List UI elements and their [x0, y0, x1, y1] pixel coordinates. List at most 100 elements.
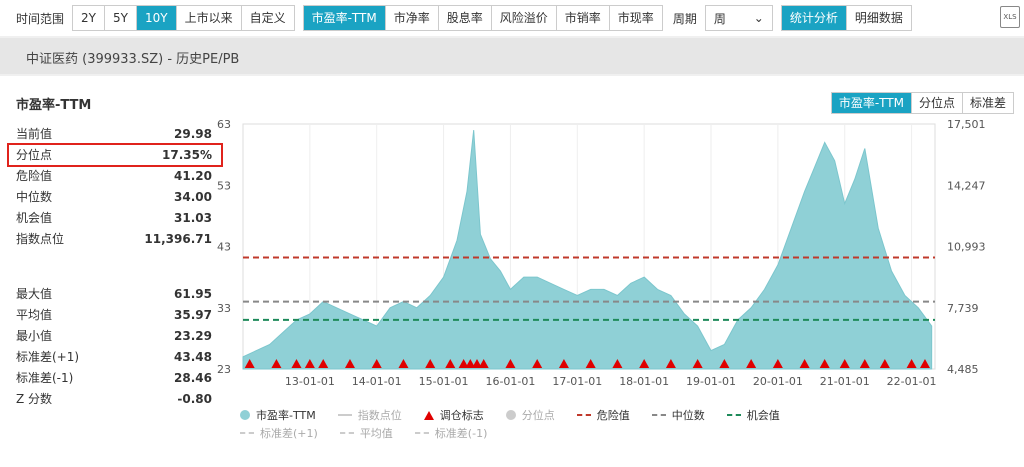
stat-label: 当前值 — [16, 127, 53, 141]
legend-item[interactable]: 机会值 — [726, 407, 780, 423]
stat-top-row-3: 中位数 34.00 — [16, 187, 212, 208]
chart-tab-button-1[interactable]: 分位点 — [911, 93, 963, 113]
stat-value: 61.95 — [174, 287, 212, 301]
y-right-tick-label: 14,247 — [947, 179, 986, 192]
x-tick-label: 18-01-01 — [619, 375, 669, 388]
legend-label: 调仓标志 — [439, 409, 484, 422]
view-button-1[interactable]: 明细数据 — [846, 6, 911, 30]
legend-label: 标准差(+1) — [260, 427, 318, 440]
y-left-tick-label: 33 — [217, 302, 231, 315]
legend-label: 平均值 — [359, 427, 393, 440]
metric-button-2[interactable]: 股息率 — [438, 6, 492, 30]
legend-item[interactable]: 中位数 — [651, 407, 705, 423]
legend-item[interactable]: 调仓标志 — [423, 407, 484, 423]
panel-title: 市盈率-TTM — [16, 98, 92, 113]
legend-swatch-icon — [240, 410, 250, 420]
legend-label: 指数点位 — [357, 409, 402, 422]
stat-label: Z 分数 — [16, 392, 53, 406]
legend-swatch-icon — [651, 414, 666, 416]
stat-label: 中位数 — [16, 190, 53, 204]
legend-label: 中位数 — [671, 409, 705, 422]
range-button-4[interactable]: 自定义 — [241, 6, 294, 30]
legend-item[interactable]: 市盈率-TTM — [240, 407, 316, 423]
metric-button-1[interactable]: 市净率 — [385, 6, 439, 30]
legend-label: 危险值 — [596, 409, 630, 422]
stat-value: 41.20 — [174, 169, 212, 183]
legend-label: 分位点 — [521, 409, 555, 422]
stat-label: 最大值 — [16, 287, 53, 301]
legend-item[interactable]: 平均值 — [339, 425, 393, 441]
stat-label: 指数点位 — [16, 232, 65, 246]
stat-bottom-row-1: 平均值 35.97 — [16, 305, 212, 326]
y-right-tick-label: 10,993 — [947, 241, 986, 254]
range-button-2[interactable]: 10Y — [136, 6, 177, 30]
stat-label: 最小值 — [16, 329, 53, 343]
legend-row-1: 市盈率-TTM 指数点位 调仓标志 分位点 危险值 中位数 机会值 — [240, 406, 980, 424]
range-button-0[interactable]: 2Y — [73, 6, 105, 30]
x-tick-label: 15-01-01 — [419, 375, 469, 388]
legend-swatch-icon — [337, 414, 352, 416]
legend-item[interactable]: 危险值 — [576, 407, 630, 423]
page-title: 中证医药 (399933.SZ) - 历史PE/PB — [26, 52, 240, 67]
stat-value: 28.46 — [174, 371, 212, 385]
stat-label: 平均值 — [16, 308, 53, 322]
metric-button-5[interactable]: 市现率 — [609, 6, 662, 30]
stat-top-row-4: 机会值 31.03 — [16, 208, 212, 229]
chart-tab-button-2[interactable]: 标准差 — [962, 93, 1013, 113]
x-tick-label: 20-01-01 — [753, 375, 803, 388]
range-button-3[interactable]: 上市以来 — [176, 6, 242, 30]
stat-value: 11,396.71 — [144, 232, 212, 246]
stat-label: 危险值 — [16, 169, 53, 183]
x-tick-label: 17-01-01 — [552, 375, 602, 388]
stat-label: 标准差(-1) — [16, 371, 74, 385]
legend-label: 标准差(-1) — [434, 427, 488, 440]
stat-bottom-row-4: 标准差(-1) 28.46 — [16, 368, 212, 389]
view-button-0[interactable]: 统计分析 — [781, 6, 847, 30]
legend-swatch-icon — [414, 432, 429, 434]
x-tick-label: 13-01-01 — [285, 375, 335, 388]
x-tick-label: 14-01-01 — [352, 375, 402, 388]
metric-button-0[interactable]: 市盈率-TTM — [303, 6, 386, 30]
y-left-tick-label: 63 — [217, 118, 231, 131]
metric-button-4[interactable]: 市销率 — [556, 6, 610, 30]
stat-bottom-row-0: 最大值 61.95 — [16, 284, 212, 305]
legend-label: 机会值 — [746, 409, 780, 422]
stat-bottom-row-3: 标准差(+1) 43.48 — [16, 347, 212, 368]
y-right-tick-label: 4,485 — [947, 363, 979, 376]
stat-top-row-0: 当前值 29.98 — [16, 124, 212, 145]
legend-swatch-icon — [576, 414, 591, 416]
stat-value: 29.98 — [174, 127, 212, 141]
stat-value: 35.97 — [174, 308, 212, 322]
toolbar: 时间范围 2Y 5Y 10Y 上市以来 自定义 市盈率-TTM 市净率 股息率 风险溢价 市销率… — [0, 0, 1024, 36]
time-range-group: 2Y 5Y 10Y 上市以来 自定义 — [72, 5, 295, 31]
legend-swatch-icon — [726, 414, 741, 416]
time-range-label: 时间范围 — [16, 11, 65, 26]
legend-item[interactable]: 分位点 — [505, 407, 555, 423]
x-tick-label: 16-01-01 — [485, 375, 535, 388]
y-left-tick-label: 43 — [217, 241, 231, 254]
legend-item[interactable]: 标准差(-1) — [414, 425, 488, 441]
stat-label: 机会值 — [16, 211, 53, 225]
main-panel: 13-01-01 14-01-01 15-01-01 16-01-01 17-01-01… — [0, 76, 1024, 467]
legend: 市盈率-TTM 指数点位 调仓标志 分位点 危险值 中位数 机会值 标准差(+1) 平均值 标准… — [240, 406, 980, 442]
excel-export-icon[interactable]: XLS — [1000, 6, 1020, 28]
legend-row-2: 标准差(+1) 平均值 标准差(-1) — [240, 424, 980, 442]
legend-item[interactable]: 指数点位 — [337, 407, 402, 423]
legend-swatch-icon — [339, 432, 354, 434]
y-right-tick-label: 7,739 — [947, 302, 979, 315]
period-select[interactable]: 周 ⌄ — [704, 5, 773, 31]
range-button-1[interactable]: 5Y — [104, 6, 137, 30]
stat-value: 43.48 — [174, 350, 212, 364]
metric-button-3[interactable]: 风险溢价 — [491, 6, 557, 30]
stat-top-row-2: 危险值 41.20 — [16, 166, 212, 187]
y-left-tick-label: 53 — [217, 179, 231, 192]
metric-group: 市盈率-TTM 市净率 股息率 风险溢价 市销率 市现率 — [302, 5, 663, 31]
legend-swatch-icon — [423, 410, 434, 420]
y-right-tick-label: 17,501 — [947, 118, 986, 131]
stat-bottom-row-2: 最小值 23.29 — [16, 326, 212, 347]
chart-tab-button-0[interactable]: 市盈率-TTM — [831, 93, 912, 113]
legend-item[interactable]: 标准差(+1) — [240, 425, 318, 441]
stat-value: 34.00 — [174, 190, 212, 204]
stat-bottom-row-5: Z 分数 -0.80 — [16, 389, 212, 410]
period-select-value: 周 — [713, 11, 726, 26]
